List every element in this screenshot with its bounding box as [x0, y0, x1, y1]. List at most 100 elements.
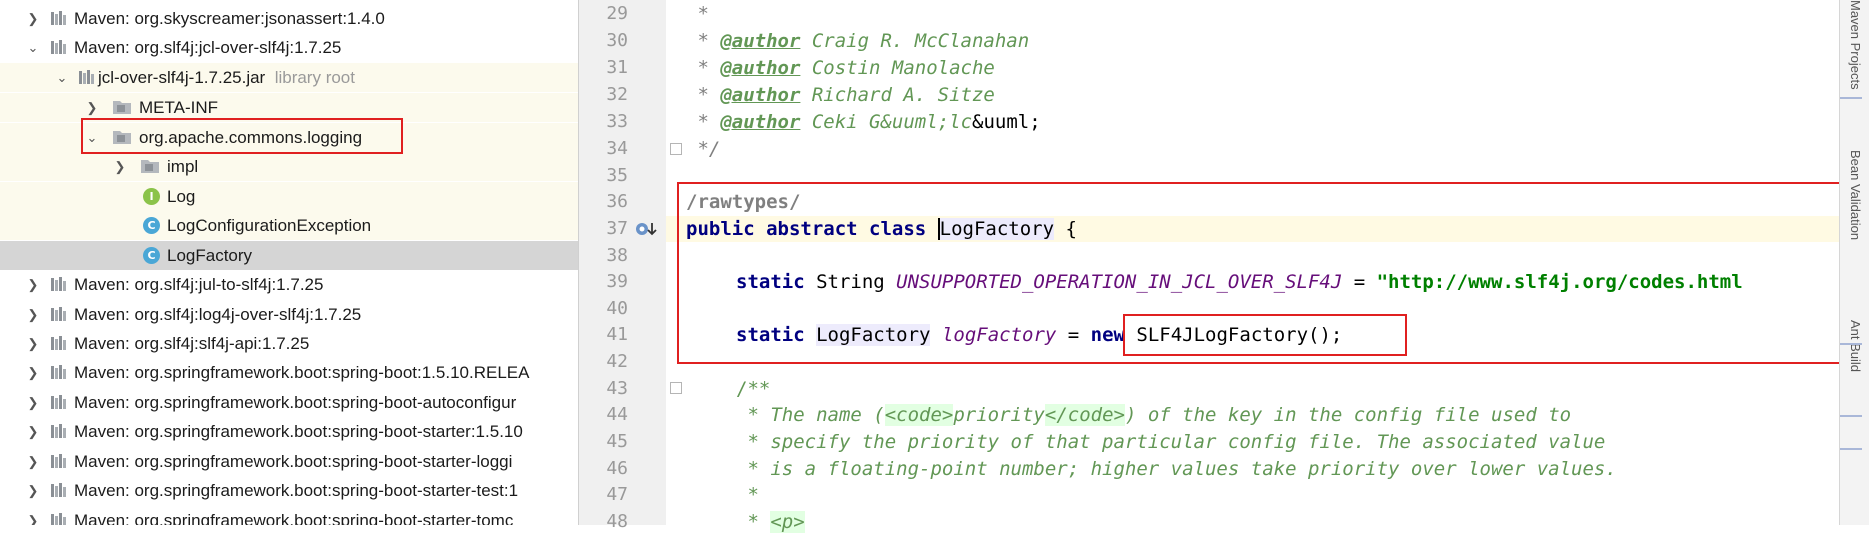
library-icon: [50, 511, 68, 525]
chevron-right-icon[interactable]: ❯: [26, 277, 40, 292]
tree-item-label: Maven: org.skyscreamer:jsonassert:1.4.0: [74, 8, 385, 28]
tree-item-label: Maven: org.springframework.boot:spring-b…: [74, 451, 513, 471]
line-number: 37: [606, 218, 628, 239]
tree-item-label: Maven: org.springframework.boot:spring-b…: [74, 362, 530, 382]
jar-icon: [78, 68, 96, 86]
tree-item[interactable]: ❯ Maven: org.springframework.boot:spring…: [0, 476, 578, 505]
code-line: * @author Richard A. Sitze: [686, 84, 995, 106]
fold-marker-icon[interactable]: [670, 143, 682, 155]
library-icon: [50, 275, 68, 293]
tree-item[interactable]: ❯ Maven: org.springframework.boot:spring…: [0, 388, 578, 417]
tree-item-label: META-INF: [139, 97, 219, 117]
chevron-right-icon[interactable]: ❯: [113, 159, 127, 174]
interface-icon: I: [143, 188, 160, 205]
line-number: 34: [606, 138, 628, 159]
tree-item[interactable]: ⌄ jcl-over-slf4j-1.7.25.jar library root: [0, 63, 578, 92]
code-line: */: [686, 138, 721, 160]
line-number: 46: [606, 458, 628, 479]
tree-item-selected[interactable]: C LogFactory: [0, 241, 578, 270]
tree-item-label: Maven: org.slf4j:jul-to-slf4j:1.7.25: [74, 274, 324, 294]
package-icon: [112, 98, 131, 116]
javadoc-tag: @author: [720, 111, 801, 133]
fold-marker-icon[interactable]: [670, 382, 682, 394]
chevron-right-icon[interactable]: ❯: [26, 11, 40, 26]
tree-item-label: LogConfigurationException: [167, 215, 372, 235]
code-line: * <p>: [736, 509, 805, 535]
html-tag: <p>: [770, 511, 805, 533]
tree-item[interactable]: ❯ Maven: org.slf4j:slf4j-api:1.7.25: [0, 329, 578, 358]
code-token: Ceki G&uuml;: [800, 111, 950, 133]
code-line: /**: [736, 378, 771, 400]
library-icon: [50, 452, 68, 470]
html-tag: <code>: [884, 404, 954, 426]
ant-build-tab[interactable]: Ant Build: [1848, 320, 1863, 372]
chevron-right-icon[interactable]: ❯: [26, 424, 40, 439]
code-token: Craig R. McClanahan: [800, 30, 1030, 52]
line-number: 35: [606, 165, 628, 186]
tree-item-label: Log: [167, 186, 196, 206]
tree-item[interactable]: ❯ Maven: org.slf4j:jul-to-slf4j:1.7.25: [0, 270, 578, 299]
line-number: 48: [606, 511, 628, 532]
overrides-gutter-icon[interactable]: [634, 219, 658, 239]
code-token: * The name (: [736, 404, 885, 426]
tree-item-label: Maven: org.springframework.boot:spring-b…: [74, 392, 517, 412]
code-line: * @author Ceki G&uuml;lc&uuml;: [686, 111, 1041, 133]
library-icon: [50, 334, 68, 352]
tree-item[interactable]: ❯ Maven: org.skyscreamer:jsonassert:1.4.…: [0, 4, 578, 33]
tree-item[interactable]: C LogConfigurationException: [0, 211, 578, 240]
javadoc-tag: @author: [720, 30, 801, 52]
line-number: 45: [606, 431, 628, 452]
class-icon: C: [143, 247, 160, 264]
tree-item[interactable]: ❯ impl: [0, 152, 578, 181]
line-number: 47: [606, 484, 628, 505]
tree-item-label: Maven: org.springframework.boot:spring-b…: [74, 421, 523, 441]
chevron-right-icon[interactable]: ❯: [26, 395, 40, 410]
tree-item-label: Maven: org.springframework.boot:spring-b…: [74, 480, 519, 500]
line-number: 32: [606, 84, 628, 105]
chevron-down-icon[interactable]: ⌄: [55, 70, 69, 85]
chevron-right-icon[interactable]: ❯: [26, 483, 40, 498]
chevron-right-icon[interactable]: ❯: [85, 100, 99, 115]
bean-validation-tab[interactable]: Bean Validation: [1848, 150, 1863, 240]
chevron-right-icon[interactable]: ❯: [26, 454, 40, 469]
line-number: 31: [606, 57, 628, 78]
code-token: Costin Manolache: [800, 57, 995, 79]
tree-item-label: impl: [167, 156, 199, 176]
code-line: * @author Costin Manolache: [686, 57, 995, 79]
javadoc-tag: @author: [720, 57, 801, 79]
library-icon: [50, 363, 68, 381]
tree-item[interactable]: ❯ Maven: org.slf4j:log4j-over-slf4j:1.7.…: [0, 300, 578, 329]
scroll-marker: [1840, 415, 1862, 417]
chevron-right-icon[interactable]: ❯: [26, 513, 40, 525]
line-number: 42: [606, 351, 628, 372]
chevron-right-icon[interactable]: ❯: [26, 307, 40, 322]
line-number: 41: [606, 324, 628, 345]
chevron-right-icon[interactable]: ❯: [26, 365, 40, 380]
code-token: &uuml;: [972, 111, 1041, 133]
tree-item-label: Maven: org.slf4j:slf4j-api:1.7.25: [74, 333, 310, 353]
code-line: * specify the priority of that particula…: [736, 431, 1606, 453]
line-number: 39: [606, 271, 628, 292]
tree-item-label: LogFactory: [167, 245, 253, 265]
maven-projects-tab[interactable]: Maven Projects: [1848, 0, 1863, 90]
tree-item-label: Maven: org.slf4j:log4j-over-slf4j:1.7.25: [74, 304, 362, 324]
line-number: 33: [606, 111, 628, 132]
tree-item[interactable]: ❯ Maven: org.springframework.boot:spring…: [0, 506, 578, 525]
highlight-box-package: [81, 118, 403, 154]
code-line: * @author Craig R. McClanahan: [686, 30, 1030, 52]
tree-item[interactable]: I Log: [0, 182, 578, 211]
chevron-right-icon[interactable]: ❯: [26, 336, 40, 351]
html-tag: </code>: [1044, 404, 1125, 426]
line-number: 44: [606, 404, 628, 425]
code-token: Richard A. Sitze: [800, 84, 995, 106]
chevron-down-icon[interactable]: ⌄: [26, 40, 40, 55]
tree-item[interactable]: ❯ Maven: org.springframework.boot:spring…: [0, 417, 578, 446]
library-icon: [50, 9, 68, 27]
tree-item[interactable]: ❯ Maven: org.springframework.boot:spring…: [0, 447, 578, 476]
line-number: 29: [606, 3, 628, 24]
code-token: ) of the key in the config file used to: [1124, 404, 1572, 426]
tree-item[interactable]: ❯ Maven: org.springframework.boot:spring…: [0, 358, 578, 387]
jar-name: jcl-over-slf4j-1.7.25.jar: [98, 67, 266, 87]
library-icon: [50, 393, 68, 411]
tree-item[interactable]: ⌄ Maven: org.slf4j:jcl-over-slf4j:1.7.25: [0, 33, 578, 62]
